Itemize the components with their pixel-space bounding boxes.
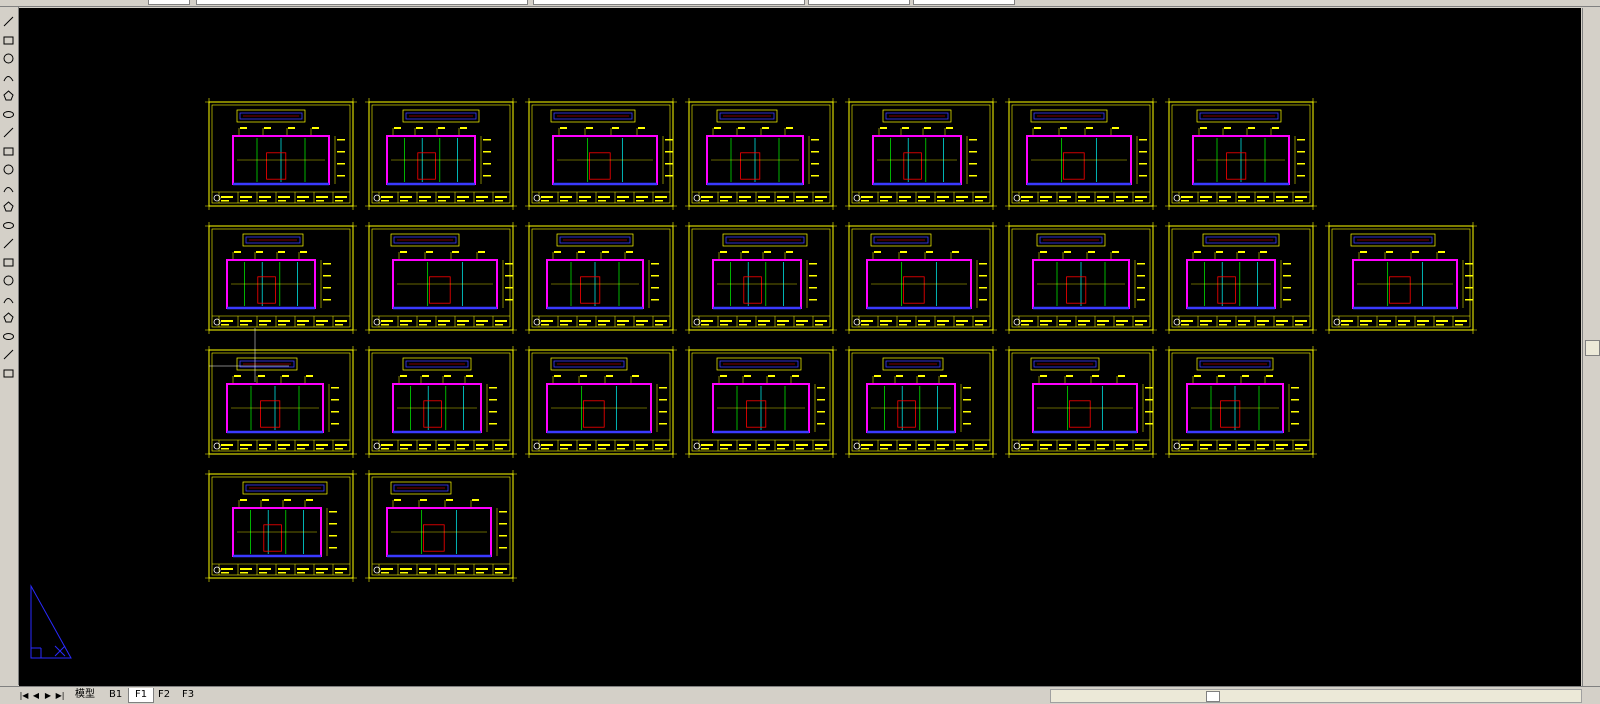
line-icon[interactable] [2, 15, 15, 28]
drawing-area[interactable] [19, 8, 1581, 686]
table-icon[interactable] [2, 330, 15, 343]
tab-model[interactable]: 模型 [69, 688, 101, 702]
drawing-sheet[interactable] [525, 98, 677, 210]
drawing-sheet[interactable] [845, 346, 997, 458]
arc-icon[interactable] [2, 108, 15, 121]
sheet-frame [368, 225, 514, 331]
drawing-sheet[interactable] [845, 98, 997, 210]
ellipse-arc-icon[interactable] [2, 200, 15, 213]
next-tab-button[interactable]: ▶ [43, 690, 53, 701]
drawing-sheet[interactable] [685, 346, 837, 458]
top-toolbar-strip [0, 0, 1600, 7]
sheet-frame [208, 225, 354, 331]
color-dropdown[interactable] [533, 0, 805, 5]
drawing-sheet[interactable] [1005, 346, 1157, 458]
make-block-icon[interactable] [2, 237, 15, 250]
sheet-frame [528, 225, 674, 331]
point-icon[interactable] [2, 256, 15, 269]
revision-cloud-icon[interactable] [2, 145, 15, 158]
rectangle-icon[interactable] [2, 89, 15, 102]
drawing-sheet[interactable] [205, 222, 357, 334]
construction-line-icon[interactable] [2, 34, 15, 47]
polygon-icon[interactable] [2, 71, 15, 84]
linetype-dropdown[interactable] [808, 0, 910, 5]
drawing-sheet[interactable] [1165, 98, 1317, 210]
drawing-sheet[interactable] [1165, 346, 1317, 458]
sheet-frame [1328, 225, 1474, 331]
drawing-sheet[interactable] [1005, 98, 1157, 210]
layout-tab-bar: |◀ ◀ ▶ ▶| 模型 B1 F1 F2 F3 [0, 686, 1600, 704]
last-tab-button[interactable]: ▶| [55, 690, 65, 701]
drawing-sheet[interactable] [365, 470, 517, 582]
drawing-sheet[interactable] [685, 222, 837, 334]
ellipse-icon[interactable] [2, 182, 15, 195]
drawing-sheet[interactable] [365, 222, 517, 334]
region-icon[interactable] [2, 311, 15, 324]
tab-f3[interactable]: F3 [176, 688, 200, 702]
sheet-frame [208, 473, 354, 579]
polyline-icon[interactable] [2, 52, 15, 65]
sheet-frame [688, 101, 834, 207]
vertical-scrollbar[interactable] [1582, 8, 1600, 686]
add-selected-icon[interactable] [2, 367, 15, 380]
gradient-icon[interactable] [2, 293, 15, 306]
tab-f2[interactable]: F2 [152, 688, 176, 702]
ucs-icon [30, 584, 72, 659]
drawing-sheet[interactable] [205, 98, 357, 210]
circle-icon[interactable] [2, 126, 15, 139]
hatch-icon[interactable] [2, 274, 15, 287]
horizontal-scrollbar[interactable] [1050, 689, 1582, 703]
sheet-frame [208, 349, 354, 455]
drawing-sheet[interactable] [365, 346, 517, 458]
drawing-sheet[interactable] [1005, 222, 1157, 334]
lineweight-dropdown[interactable] [913, 0, 1015, 5]
spline-icon[interactable] [2, 163, 15, 176]
drawing-sheet[interactable] [525, 346, 677, 458]
draw-toolbar [0, 7, 19, 685]
sheet-frame [368, 101, 514, 207]
model-space-canvas[interactable] [19, 8, 1581, 686]
drawing-sheet[interactable] [845, 222, 997, 334]
vertical-scroll-thumb[interactable] [1585, 340, 1600, 356]
drawing-sheet[interactable] [1165, 222, 1317, 334]
drawing-sheet[interactable] [1325, 222, 1477, 334]
drawing-sheet[interactable] [365, 98, 517, 210]
drawing-sheet[interactable] [685, 98, 837, 210]
sheet-frame [1168, 349, 1314, 455]
drawing-sheet[interactable] [205, 346, 357, 458]
sheet-frame [528, 101, 674, 207]
first-tab-button[interactable]: |◀ [19, 690, 29, 701]
insert-block-icon[interactable] [2, 219, 15, 232]
previous-tab-button[interactable]: ◀ [31, 690, 41, 701]
drawing-sheet[interactable] [525, 222, 677, 334]
sheet-frame [848, 349, 994, 455]
sheet-frame [1168, 225, 1314, 331]
tab-b1[interactable]: B1 [103, 688, 128, 702]
layer-dropdown[interactable] [196, 0, 528, 5]
drawing-sheet[interactable] [205, 470, 357, 582]
command-field[interactable] [148, 0, 190, 5]
horizontal-scroll-thumb[interactable] [1206, 691, 1220, 702]
multiline-text-icon[interactable] [2, 348, 15, 361]
tab-f1[interactable]: F1 [128, 688, 155, 703]
sheet-frame [1008, 349, 1154, 455]
